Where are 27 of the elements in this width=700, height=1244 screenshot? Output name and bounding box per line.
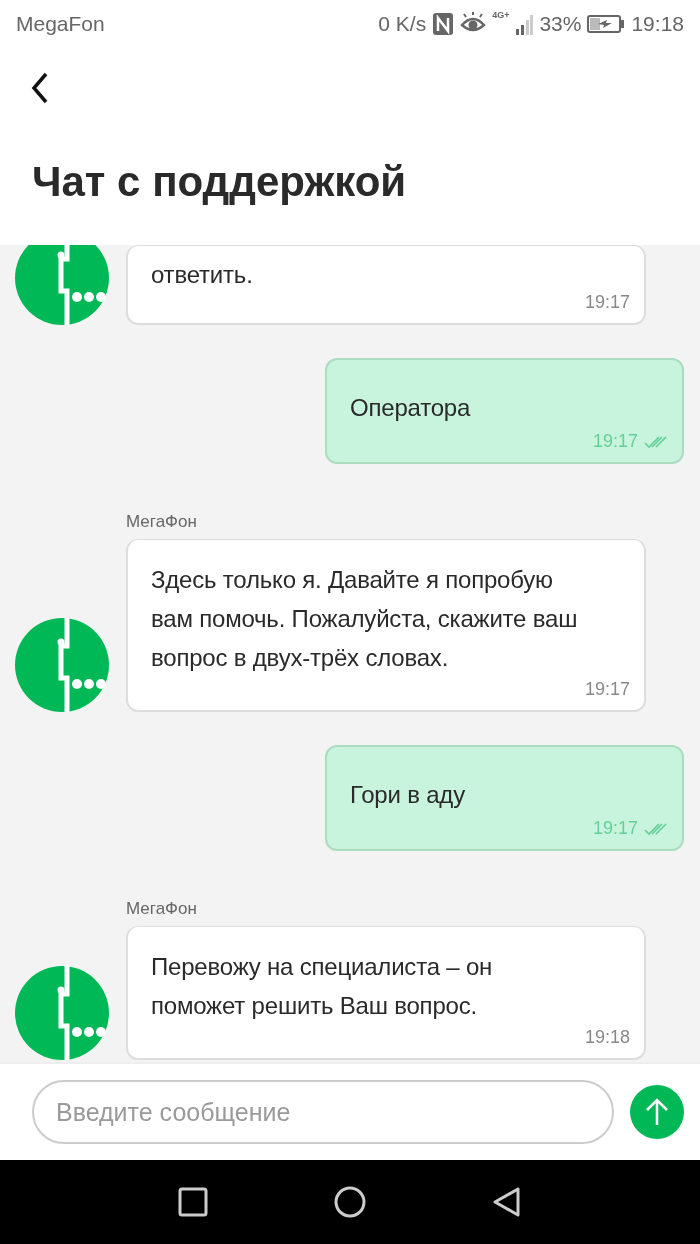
clock: 19:18 xyxy=(631,12,684,36)
network-type: 4G+ xyxy=(492,11,510,20)
message-input[interactable]: Введите сообщение xyxy=(32,1080,614,1144)
arrow-up-icon xyxy=(644,1097,670,1127)
message-time: 19:18 xyxy=(584,1027,630,1048)
message-text: Здесь только я. Давайте я попробую вам помочь. Пожалуйста, скажите ваш вопрос в двух-трёх словах. xyxy=(151,565,579,673)
page-title: Чат с поддержкой xyxy=(32,158,408,206)
carrier-name: MegaFon xyxy=(16,12,106,36)
message-time: 19:17 xyxy=(592,431,638,452)
sender-name: МегаФон xyxy=(126,512,198,532)
message-time: 19:17 xyxy=(584,679,630,700)
home-icon[interactable] xyxy=(334,1186,366,1218)
message-text: Гори в аду xyxy=(350,780,466,810)
battery-percent: 33% xyxy=(539,12,582,36)
message-text: ответить. xyxy=(151,260,254,290)
message-time: 19:17 xyxy=(592,818,638,839)
message-text: Перевожу на специалиста – он поможет решить Ваш вопрос. xyxy=(151,952,494,1021)
nfc-icon xyxy=(432,11,455,37)
recent-apps-icon[interactable] xyxy=(177,1186,209,1218)
back-nav-icon[interactable] xyxy=(491,1186,523,1218)
logo-icon xyxy=(15,618,109,712)
send-button[interactable] xyxy=(630,1085,684,1139)
network-speed: 0 K/s xyxy=(378,12,427,36)
sender-name: МегаФон xyxy=(126,899,198,919)
message-text: Оператора xyxy=(350,393,472,423)
logo-icon xyxy=(15,966,109,1060)
message-time: 19:17 xyxy=(584,292,630,313)
